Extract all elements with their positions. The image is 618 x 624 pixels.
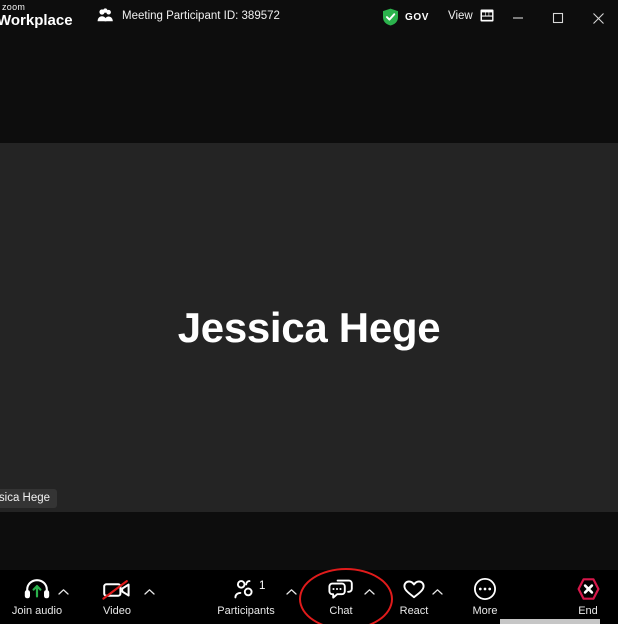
more-button[interactable]: More	[448, 577, 522, 617]
participants-group-icon	[97, 8, 114, 23]
meeting-toolbar: Join audio Video	[0, 570, 618, 624]
gov-badge-label: GOV	[405, 12, 429, 23]
participants-label: Participants	[217, 605, 274, 617]
view-button-label: View	[448, 10, 473, 22]
bottom-scroll-strip[interactable]	[500, 619, 600, 624]
join-audio-caret-icon[interactable]	[58, 583, 69, 591]
more-label: More	[472, 605, 497, 617]
brand-workplace-text: Workplace	[0, 13, 73, 28]
participants-count: 1	[259, 580, 265, 592]
join-audio-label: Join audio	[12, 605, 62, 617]
ellipsis-circle-icon	[473, 577, 497, 601]
meeting-id-group: Meeting Participant ID: 389572	[97, 8, 280, 23]
end-call-button[interactable]: End	[551, 577, 618, 617]
view-button[interactable]: View	[448, 9, 494, 22]
gov-badge: GOV	[382, 8, 429, 26]
title-bar: zoom Workplace Meeting Participant ID: 3…	[0, 0, 618, 36]
participant-display-name: Jessica Hege	[0, 143, 618, 512]
chat-caret-icon[interactable]	[364, 583, 375, 591]
minimize-button[interactable]	[498, 0, 538, 36]
layout-grid-icon	[480, 9, 494, 22]
participant-name-badge: Jessica Hege	[0, 489, 57, 508]
meeting-participant-id-label: Meeting Participant ID: 389572	[122, 10, 280, 22]
video-caret-icon[interactable]	[144, 583, 155, 591]
chat-bubble-icon	[328, 577, 354, 601]
video-label: Video	[103, 605, 131, 617]
camera-off-icon	[102, 577, 132, 601]
end-call-label: End	[578, 605, 598, 617]
window-controls	[498, 0, 618, 36]
participants-icon	[233, 577, 259, 601]
chat-label: Chat	[329, 605, 352, 617]
shield-check-icon	[382, 8, 399, 26]
participant-video-tile[interactable]: Jessica Hege Jessica Hege	[0, 143, 618, 512]
zoom-workplace-logo: zoom Workplace	[1, 3, 73, 28]
participants-button[interactable]: Participants	[209, 577, 283, 617]
meeting-stage: Jessica Hege Jessica Hege	[0, 36, 618, 570]
participants-caret-icon[interactable]	[286, 583, 297, 591]
headphones-join-audio-icon	[24, 577, 50, 601]
zoom-meeting-window: zoom Workplace Meeting Participant ID: 3…	[0, 0, 618, 624]
heart-icon	[402, 577, 426, 601]
close-button[interactable]	[578, 0, 618, 36]
video-button[interactable]: Video	[80, 577, 154, 617]
end-call-hexagon-icon	[576, 577, 601, 601]
brand-zoom-text: zoom	[2, 3, 73, 12]
react-label: React	[400, 605, 429, 617]
react-caret-icon[interactable]	[432, 583, 443, 591]
maximize-button[interactable]	[538, 0, 578, 36]
